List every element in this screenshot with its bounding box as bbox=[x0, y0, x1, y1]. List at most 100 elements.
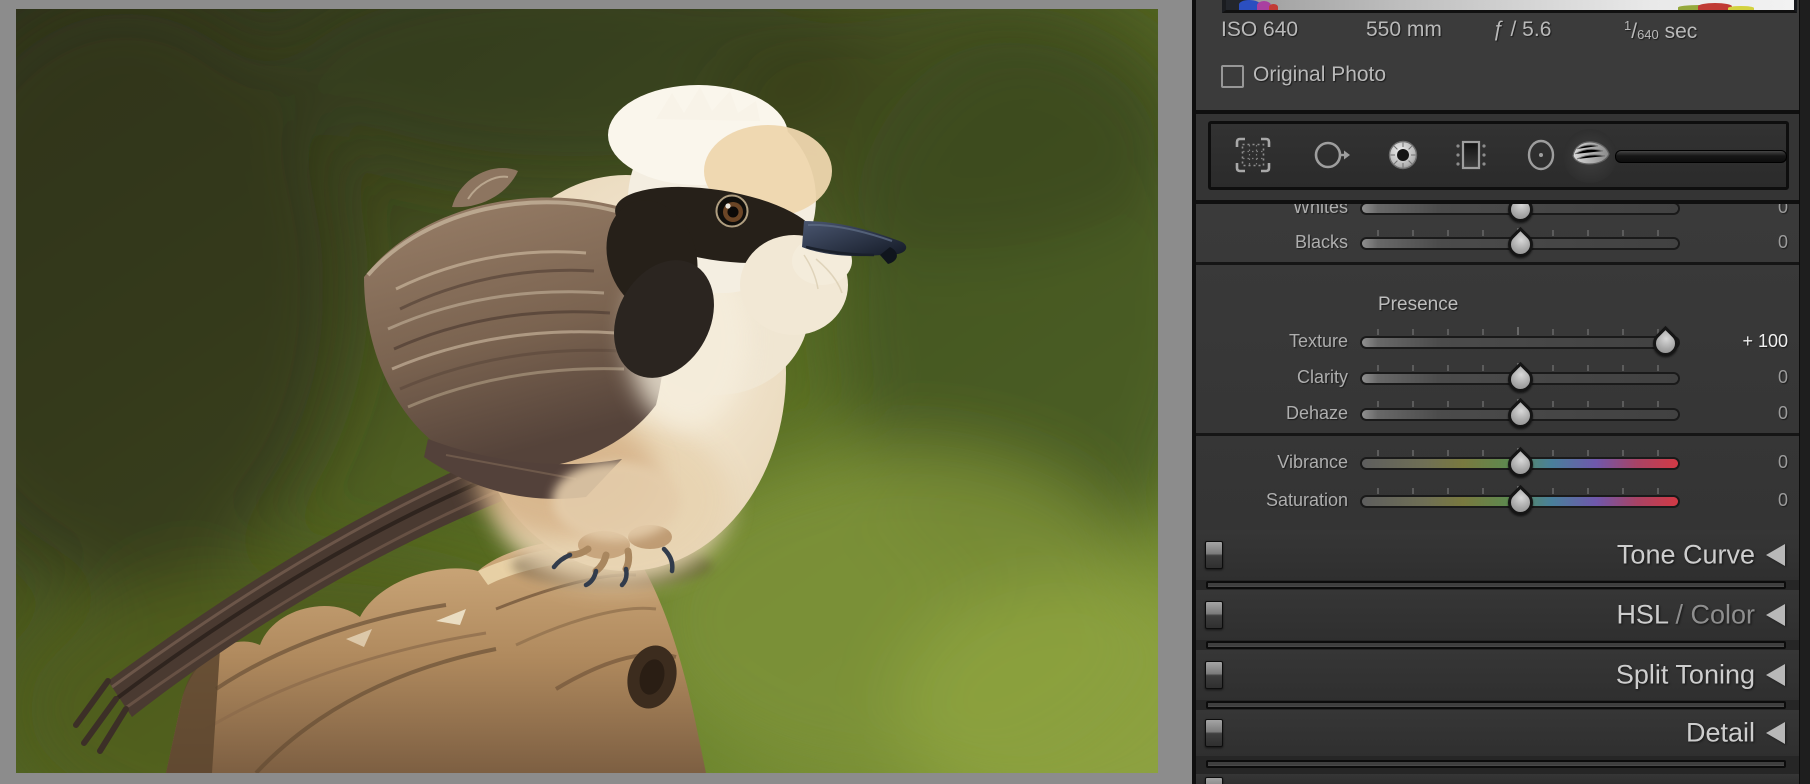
slider-knob-saturation[interactable] bbox=[1502, 485, 1537, 520]
slider-tick bbox=[1377, 365, 1379, 371]
original-photo-checkbox[interactable] bbox=[1221, 65, 1244, 88]
panel-divider bbox=[1206, 641, 1786, 649]
slider-tick bbox=[1622, 365, 1624, 371]
tool-strip-section bbox=[1196, 114, 1800, 200]
crop-overlay-icon[interactable] bbox=[1233, 135, 1273, 175]
slider-label: Blacks bbox=[1196, 232, 1348, 253]
slider-track-area-dehaze[interactable] bbox=[1362, 397, 1678, 429]
slider-tick bbox=[1552, 365, 1554, 371]
slider-knob-blacks[interactable] bbox=[1502, 227, 1537, 262]
panel-title-text: Detail bbox=[1686, 718, 1755, 748]
exif-aperture: ƒ / 5.6 bbox=[1493, 18, 1551, 42]
presence-header: Presence bbox=[1378, 294, 1458, 316]
slider-track[interactable] bbox=[1362, 338, 1678, 347]
slider-tick bbox=[1447, 230, 1449, 236]
slider-tick bbox=[1587, 401, 1589, 407]
slider-value-clarity[interactable]: 0 bbox=[1778, 367, 1788, 388]
slider-tick bbox=[1552, 401, 1554, 407]
panel-header-detail[interactable]: Detail bbox=[1196, 710, 1800, 756]
slider-track-area-whites[interactable] bbox=[1362, 204, 1678, 223]
slider-knob-vibrance[interactable] bbox=[1502, 447, 1537, 482]
slider-tick bbox=[1657, 365, 1659, 371]
exif-info-row: ISO 640 550 mm ƒ / 5.6 1/640 sec bbox=[1196, 18, 1800, 48]
slider-tick bbox=[1447, 401, 1449, 407]
slider-tick bbox=[1622, 329, 1624, 335]
panel-title-text: Split Toning bbox=[1616, 660, 1755, 690]
panel-toggle-switch[interactable] bbox=[1205, 719, 1223, 747]
panel-right-gutter[interactable] bbox=[1799, 0, 1810, 784]
photo-canvas[interactable] bbox=[16, 9, 1158, 773]
develop-right-panel: ISO 640 550 mm ƒ / 5.6 1/640 sec Origina… bbox=[1192, 0, 1810, 784]
panel-title-detail: Detail bbox=[1686, 718, 1755, 749]
panel-title-split-toning: Split Toning bbox=[1616, 660, 1755, 691]
slider-value-vibrance[interactable]: 0 bbox=[1778, 452, 1788, 473]
slider-track-area-texture[interactable] bbox=[1362, 325, 1678, 357]
slider-tick bbox=[1517, 327, 1519, 335]
adjustment-brush-icon[interactable] bbox=[1569, 135, 1609, 175]
slider-knob-clarity[interactable] bbox=[1502, 362, 1537, 397]
slider-tick bbox=[1377, 488, 1379, 494]
slider-knob-whites[interactable] bbox=[1502, 204, 1537, 226]
panel-title-text: / Color bbox=[1668, 600, 1755, 630]
slider-knob-texture[interactable] bbox=[1648, 326, 1683, 361]
panel-toggle-switch[interactable] bbox=[1205, 777, 1223, 784]
panel-toggle-switch[interactable] bbox=[1205, 661, 1223, 689]
collapse-arrow-icon[interactable] bbox=[1766, 544, 1785, 566]
slider-track-area-clarity[interactable] bbox=[1362, 361, 1678, 393]
slider-tick bbox=[1657, 230, 1659, 236]
histogram[interactable] bbox=[1222, 0, 1797, 13]
slider-tick bbox=[1552, 329, 1554, 335]
exif-iso: ISO 640 bbox=[1221, 18, 1298, 42]
slider-track-area-vibrance[interactable] bbox=[1362, 446, 1678, 478]
slider-tick bbox=[1482, 401, 1484, 407]
slider-label: Whites bbox=[1196, 204, 1348, 218]
slider-value-texture[interactable]: + 100 bbox=[1742, 331, 1788, 352]
slider-tick bbox=[1482, 365, 1484, 371]
slider-label: Saturation bbox=[1196, 490, 1348, 511]
slider-tick bbox=[1657, 401, 1659, 407]
panel-header-hsl-color[interactable]: HSL / Color bbox=[1196, 590, 1800, 640]
histogram-red-peak bbox=[1698, 3, 1732, 10]
panel-toggle-switch[interactable] bbox=[1205, 541, 1223, 569]
group-divider bbox=[1196, 433, 1800, 436]
collapse-arrow-icon[interactable] bbox=[1766, 604, 1785, 626]
slider-tick bbox=[1412, 230, 1414, 236]
histogram-yellow-peak bbox=[1728, 6, 1754, 10]
slider-label: Dehaze bbox=[1196, 403, 1348, 424]
slider-tick bbox=[1412, 450, 1414, 456]
slider-tick bbox=[1377, 401, 1379, 407]
brush-handle bbox=[1615, 150, 1787, 163]
slider-value-blacks[interactable]: 0 bbox=[1778, 232, 1788, 253]
slider-row-vibrance: Vibrance0 bbox=[1196, 444, 1800, 480]
collapse-arrow-icon[interactable] bbox=[1766, 722, 1785, 744]
tool-strip bbox=[1208, 121, 1789, 190]
slider-track-area-blacks[interactable] bbox=[1362, 226, 1678, 258]
slider-tick bbox=[1622, 450, 1624, 456]
panel-header-partial bbox=[1196, 774, 1800, 784]
slider-value-whites[interactable]: 0 bbox=[1778, 204, 1788, 218]
slider-tick bbox=[1587, 450, 1589, 456]
slider-tick bbox=[1412, 401, 1414, 407]
basic-panel-section: Presence Whites 0 Blacks 0 Texture+ 100Clari… bbox=[1196, 200, 1800, 530]
panel-title-text: HSL bbox=[1616, 600, 1668, 630]
panel-divider bbox=[1206, 701, 1786, 709]
panel-header-split-toning[interactable]: Split Toning bbox=[1196, 650, 1800, 700]
collapse-arrow-icon[interactable] bbox=[1766, 664, 1785, 686]
radial-filter-icon[interactable] bbox=[1521, 135, 1561, 175]
slider-value-dehaze[interactable]: 0 bbox=[1778, 403, 1788, 424]
slider-row-texture: Texture+ 100 bbox=[1196, 323, 1800, 359]
slider-row-saturation: Saturation 0 bbox=[1196, 482, 1800, 518]
exif-focal-length: 550 mm bbox=[1366, 18, 1442, 42]
red-eye-icon[interactable] bbox=[1383, 135, 1423, 175]
slider-value-saturation[interactable]: 0 bbox=[1778, 490, 1788, 511]
slider-row-dehaze: Dehaze 0 bbox=[1196, 395, 1800, 431]
slider-tick bbox=[1587, 329, 1589, 335]
panel-toggle-switch[interactable] bbox=[1205, 601, 1223, 629]
slider-knob-dehaze[interactable] bbox=[1502, 398, 1537, 433]
slider-tick bbox=[1447, 450, 1449, 456]
slider-track-area-saturation[interactable] bbox=[1362, 484, 1678, 516]
panel-header-tone-curve[interactable]: Tone Curve bbox=[1196, 530, 1800, 580]
graduated-filter-icon[interactable] bbox=[1451, 135, 1491, 175]
slider-row-clarity: Clarity0 bbox=[1196, 359, 1800, 395]
spot-removal-icon[interactable] bbox=[1311, 135, 1351, 175]
